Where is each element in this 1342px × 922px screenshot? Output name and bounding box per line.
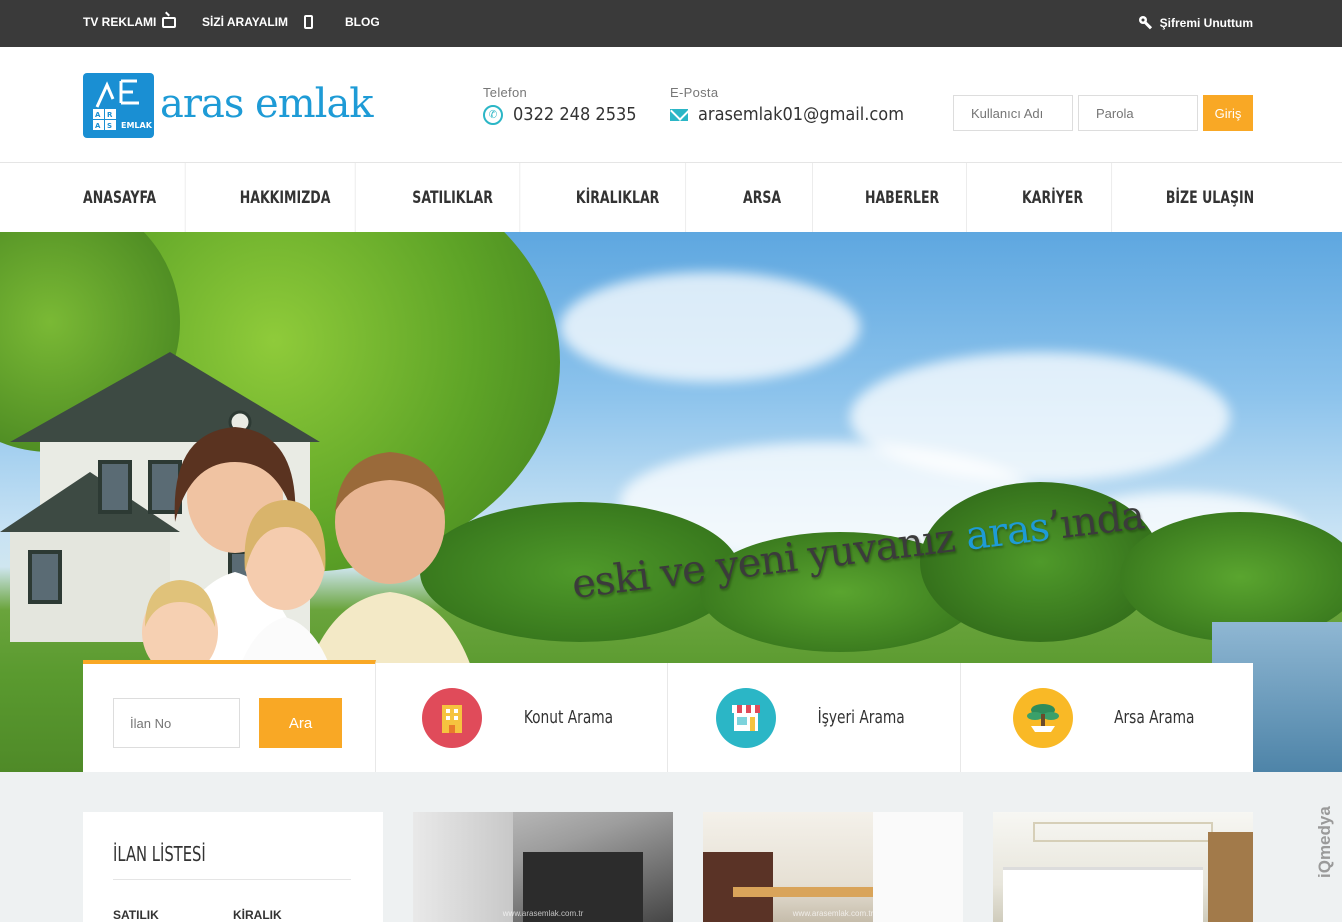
residential-search[interactable]: Konut Arama (376, 663, 668, 772)
listing-sidebar-title: İLAN LİSTESİ (113, 842, 206, 866)
tree-icon (1012, 687, 1073, 748)
svg-text:A: A (95, 122, 101, 130)
phone-contact: Telefon ✆ 0322 248 2535 (483, 85, 637, 125)
username-input[interactable] (953, 95, 1073, 131)
forgot-password-label: Şifremi Unuttum (1159, 16, 1253, 30)
mobile-phone-icon (304, 15, 314, 29)
logo[interactable]: A R A S EMLAK aras emlak (83, 73, 374, 138)
nav-item-land[interactable]: ARSA (712, 163, 813, 232)
listing-card[interactable]: www.arasemlak.com.tr (413, 812, 673, 922)
shop-icon (715, 687, 776, 748)
watermark: www.arasemlak.com.tr (1082, 909, 1164, 918)
nav-item-career[interactable]: KARİYER (994, 163, 1113, 232)
logo-text: aras emlak (160, 80, 374, 127)
curtain (413, 812, 513, 922)
nav-item-contact[interactable]: BİZE ULAŞIN (1140, 163, 1279, 232)
tv-ad-link[interactable]: TV REKLAMI (83, 15, 177, 29)
nav-item-news[interactable]: HABERLER (838, 163, 967, 232)
forgot-password-link[interactable]: Şifremi Unuttum (1138, 15, 1253, 31)
logo-mark-icon: A R A S EMLAK (83, 73, 154, 138)
svg-text:EMLAK: EMLAK (121, 121, 153, 130)
building-icon (422, 687, 482, 748)
svg-text:S: S (107, 122, 112, 130)
blog-link[interactable]: BLOG (345, 15, 380, 29)
residential-search-label: Konut Arama (523, 707, 614, 728)
envelope-icon (670, 108, 688, 121)
commercial-search[interactable]: İşyeri Arama (668, 663, 961, 772)
email-contact: E-Posta arasemlak01@gmail.com (670, 85, 904, 125)
tab-for-rent[interactable]: KİRALIK (233, 908, 282, 922)
login-button[interactable]: Giriş (1203, 95, 1253, 131)
svg-text:A: A (95, 111, 101, 119)
listing-sidebar: İLAN LİSTESİ SATILIK KİRALIK (83, 812, 383, 922)
call-me-label: SİZİ ARAYALIM (202, 15, 289, 29)
blog-label: BLOG (345, 15, 380, 29)
listing-search: Ara (83, 660, 376, 772)
top-bar: TV REKLAMI SİZİ ARAYALIM BLOG Şifremi Un… (0, 0, 1342, 47)
email-value: arasemlak01@gmail.com (698, 104, 904, 125)
counter-light (733, 887, 883, 897)
header: A R A S EMLAK aras emlak Telefon ✆ 0322 … (0, 47, 1342, 163)
listing-number-input[interactable] (113, 698, 240, 748)
land-search[interactable]: Arsa Arama (961, 663, 1253, 772)
divider (113, 879, 351, 880)
tv-ad-label: TV REKLAMI (83, 15, 157, 29)
search-button[interactable]: Ara (259, 698, 342, 748)
nav-item-home[interactable]: ANASAYFA (54, 163, 186, 232)
watermark: www.arasemlak.com.tr (792, 909, 874, 918)
cloud (560, 272, 860, 382)
ceiling-detail (1033, 822, 1213, 842)
search-strip: Ara Konut Arama İşyeri Arama (83, 660, 1253, 772)
wall (873, 812, 963, 922)
svg-text:R: R (107, 111, 113, 119)
tv-icon (162, 16, 177, 28)
iqmedya-logo: iQmedya (1315, 806, 1334, 878)
nav-item-for-rent[interactable]: KİRALIKLAR (550, 163, 687, 232)
call-me-link[interactable]: SİZİ ARAYALIM (202, 15, 314, 29)
nav-item-about[interactable]: HAKKIMIZDA (215, 163, 356, 232)
tab-for-sale[interactable]: SATILIK (113, 908, 159, 922)
phone-value: 0322 248 2535 (513, 104, 637, 125)
main-nav: ANASAYFA HAKKIMIZDA SATILIKLAR KİRALIKLA… (0, 163, 1342, 232)
phone-label: Telefon (483, 85, 528, 100)
password-input[interactable] (1078, 95, 1198, 131)
listing-card[interactable]: www.arasemlak.com.tr (993, 812, 1253, 922)
email-label: E-Posta (670, 85, 719, 100)
phone-icon: ✆ (483, 104, 503, 125)
commercial-search-label: İşyeri Arama (817, 707, 905, 728)
key-icon (1138, 16, 1152, 30)
nav-item-for-sale[interactable]: SATILIKLAR (386, 163, 521, 232)
svg-text:iQmedya: iQmedya (1315, 806, 1334, 878)
listing-card[interactable]: www.arasemlak.com.tr (703, 812, 963, 922)
land-search-label: Arsa Arama (1113, 707, 1195, 728)
watermark: www.arasemlak.com.tr (502, 909, 584, 918)
